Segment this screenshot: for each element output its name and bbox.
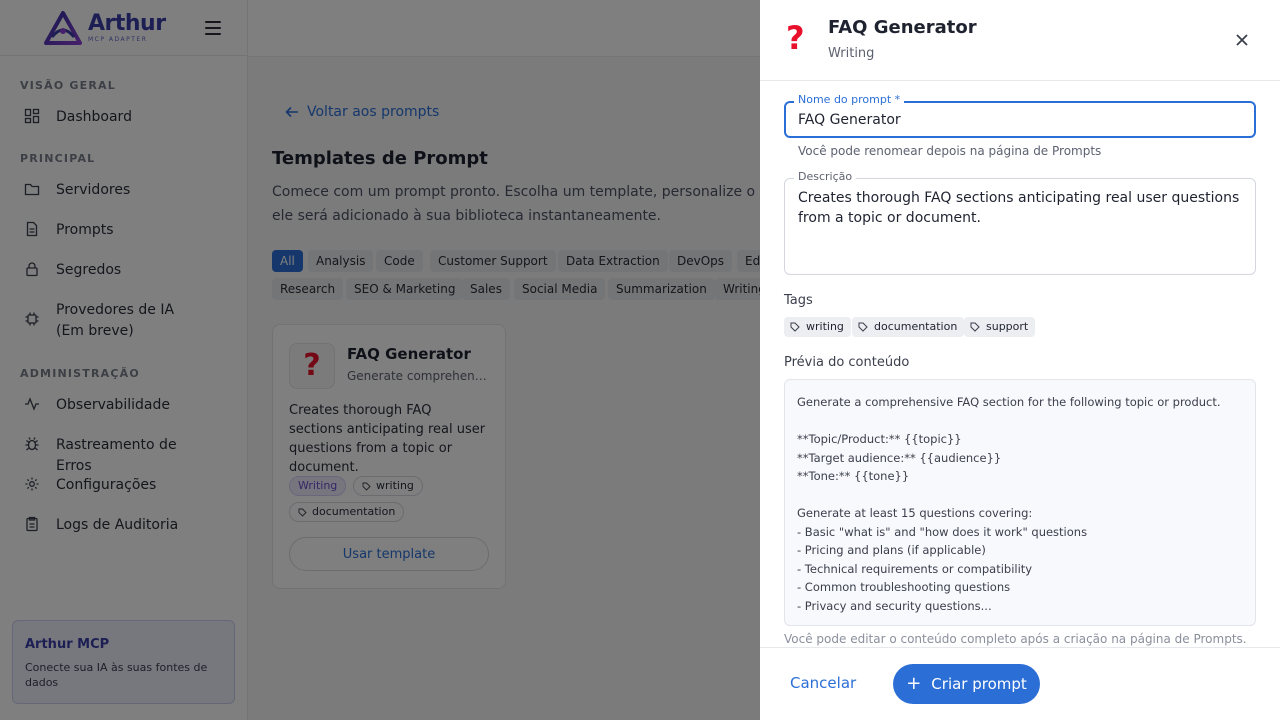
preview-line: - Privacy and security questions... (797, 598, 992, 613)
plus-icon: + (906, 673, 922, 694)
description-value[interactable]: Creates thorough FAQ sections anticipati… (798, 188, 1248, 228)
tags-label: Tags (784, 293, 813, 308)
drawer-footer: Cancelar + Criar prompt (760, 647, 1280, 720)
preview-line: - Common troubleshooting questions (797, 580, 1011, 594)
create-prompt-drawer: ? FAQ Generator Writing Nome do prompt *… (760, 0, 1280, 720)
question-mark-icon: ? (786, 19, 805, 57)
tag-icon (790, 322, 800, 332)
preview-line: **Topic/Product:** {{topic}} (797, 432, 962, 446)
drawer-header: ? FAQ Generator Writing (760, 0, 1280, 81)
preview-line (797, 412, 1243, 431)
cancel-button[interactable]: Cancelar (790, 674, 856, 692)
close-icon[interactable] (1232, 30, 1252, 50)
prompt-name-helper: Você pode renomear depois na página de P… (798, 144, 1102, 158)
tag-label: documentation (874, 320, 958, 333)
tag-documentation: documentation (852, 317, 965, 337)
preview-label: Prévia do conteúdo (784, 355, 910, 370)
preview-line: - Technical requirements or compatibilit… (797, 561, 1033, 576)
content-preview: Generate a comprehensive FAQ section for… (784, 379, 1256, 626)
tag-icon (970, 322, 980, 332)
preview-line: Generate a comprehensive FAQ section for… (797, 395, 1221, 409)
preview-line: Generate at least 15 questions covering: (797, 506, 1033, 520)
preview-line: - Pricing and plans (if applicable) (797, 543, 986, 557)
tag-support: support (964, 317, 1036, 337)
create-prompt-button[interactable]: + Criar prompt (893, 664, 1040, 704)
drawer-subtitle: Writing (828, 46, 875, 61)
description-label: Descrição (794, 170, 857, 183)
drawer-title: FAQ Generator (828, 17, 977, 38)
create-prompt-label: Criar prompt (931, 675, 1027, 693)
prompt-name-label: Nome do prompt * (794, 93, 905, 106)
tag-label: writing (806, 320, 844, 333)
preview-line: **Target audience:** {{audience}} (797, 450, 1002, 465)
preview-helper: Você pode editar o conteúdo completo apó… (784, 632, 1247, 646)
preview-line: - Basic "what is" and "how does it work"… (797, 524, 1088, 539)
preview-line: **Tone:** {{tone}} (797, 469, 910, 483)
tag-icon (858, 322, 868, 332)
prompt-name-value[interactable]: FAQ Generator (798, 112, 901, 128)
tag-label: support (986, 320, 1029, 333)
preview-line (797, 486, 1243, 505)
tag-writing: writing (784, 317, 851, 337)
